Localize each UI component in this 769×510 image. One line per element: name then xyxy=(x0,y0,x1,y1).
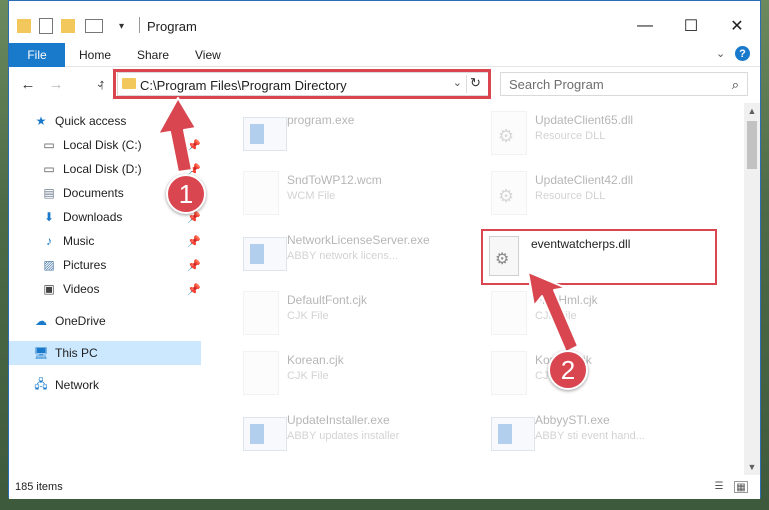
annotation-arrows xyxy=(157,97,579,353)
callout-1: 1 xyxy=(166,174,206,214)
callout-2: 2 xyxy=(548,350,588,390)
arrow-2 xyxy=(527,271,579,353)
arrow-1 xyxy=(157,97,197,173)
